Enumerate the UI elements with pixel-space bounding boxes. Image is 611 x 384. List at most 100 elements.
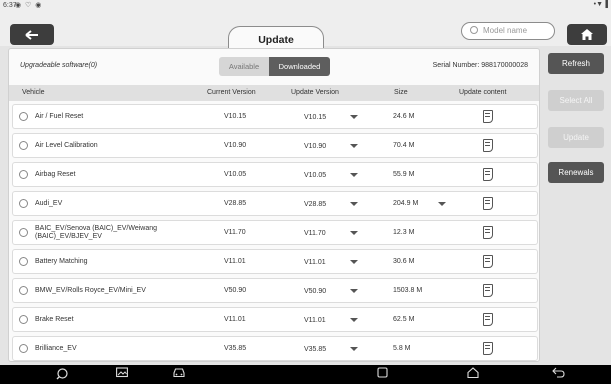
- back-button[interactable]: [10, 24, 54, 45]
- row-radio[interactable]: [19, 112, 28, 121]
- serial-number: Serial Number: 988170000028: [432, 62, 528, 69]
- row-radio[interactable]: [19, 228, 28, 237]
- update-version: V10.05: [304, 172, 327, 179]
- current-version: V10.90: [224, 142, 247, 149]
- row-radio[interactable]: [19, 315, 28, 324]
- size: 12.3 M: [393, 229, 415, 236]
- size: 62.5 M: [393, 316, 415, 323]
- update-content-icon[interactable]: [483, 168, 493, 181]
- update-content-icon[interactable]: [483, 110, 493, 123]
- table-row[interactable]: BMW_EV/Rolls Royce_EV/Mini_EV V50.90 V50…: [12, 278, 538, 303]
- tab-downloaded[interactable]: Downloaded: [269, 57, 330, 76]
- update-content-icon[interactable]: [483, 226, 493, 239]
- upgradeable-label: Upgradeable software(0): [20, 62, 98, 69]
- version-dropdown-icon[interactable]: [350, 202, 358, 206]
- version-dropdown-icon[interactable]: [350, 231, 358, 235]
- size: 70.4 M: [393, 142, 415, 149]
- update-panel: Upgradeable software(0) Available Downlo…: [8, 48, 540, 362]
- current-version: V11.70: [224, 229, 246, 236]
- row-radio[interactable]: [19, 286, 28, 295]
- size-dropdown-icon[interactable]: [438, 202, 446, 206]
- search-placeholder: Model name: [483, 26, 528, 35]
- wrench-icon[interactable]: [56, 367, 69, 384]
- col-current-version: Current Version: [207, 89, 256, 96]
- vehicle-name: Air / Fuel Reset: [35, 113, 84, 120]
- table-row[interactable]: Brake Reset V11.01 V11.01 62.5 M: [12, 307, 538, 332]
- filter-tabs: Available Downloaded: [219, 57, 330, 76]
- vehicle-name: BAIC_EV/Senova (BAIC)_EV/Weiwang (BAIC)_…: [35, 225, 158, 240]
- search-input[interactable]: Model name: [461, 22, 555, 40]
- size: 30.6 M: [393, 258, 415, 265]
- home-button[interactable]: [567, 24, 607, 45]
- car-icon[interactable]: [172, 367, 186, 382]
- table-row[interactable]: BAIC_EV/Senova (BAIC)_EV/Weiwang (BAIC)_…: [12, 220, 538, 245]
- navigation-bar: [0, 365, 611, 384]
- image-icon[interactable]: [116, 367, 128, 382]
- update-version: V28.85: [304, 201, 327, 208]
- vehicle-name: Brilliance_EV: [35, 345, 77, 352]
- update-version: V11.70: [304, 230, 326, 237]
- software-list: Air / Fuel Reset V10.15 V10.15 24.6 M Ai…: [12, 104, 538, 361]
- update-content-icon[interactable]: [483, 255, 493, 268]
- refresh-button[interactable]: Refresh: [548, 53, 604, 74]
- vehicle-name: Air Level Calibration: [35, 142, 98, 149]
- size: 55.9 M: [393, 171, 415, 178]
- version-dropdown-icon[interactable]: [350, 289, 358, 293]
- search-icon: [470, 26, 478, 34]
- table-row[interactable]: Audi_EV V28.85 V28.85 204.9 M: [12, 191, 538, 216]
- version-dropdown-icon[interactable]: [350, 318, 358, 322]
- vehicle-name: Airbag Reset: [35, 171, 76, 178]
- update-version: V10.90: [304, 143, 327, 150]
- status-bar: 6:37 ◉ ♡ ◉ •▼▐: [0, 0, 611, 13]
- update-content-icon[interactable]: [483, 284, 493, 297]
- col-size: Size: [394, 89, 408, 96]
- row-radio[interactable]: [19, 344, 28, 353]
- update-version: V10.15: [304, 114, 327, 121]
- tab-available[interactable]: Available: [219, 57, 269, 76]
- home-icon: [581, 29, 593, 40]
- update-content-icon[interactable]: [483, 313, 493, 326]
- panel-toolbar: Upgradeable software(0) Available Downlo…: [9, 49, 539, 84]
- select-all-button[interactable]: Select All: [548, 90, 604, 111]
- update-version: V35.85: [304, 346, 327, 353]
- table-row[interactable]: Airbag Reset V10.05 V10.05 55.9 M: [12, 162, 538, 187]
- version-dropdown-icon[interactable]: [350, 173, 358, 177]
- update-version: V50.90: [304, 288, 327, 295]
- table-row[interactable]: Air / Fuel Reset V10.15 V10.15 24.6 M: [12, 104, 538, 129]
- renewals-button[interactable]: Renewals: [548, 162, 604, 183]
- update-content-icon[interactable]: [483, 342, 493, 355]
- table-row[interactable]: Air Level Calibration V10.90 V10.90 70.4…: [12, 133, 538, 158]
- current-version: V10.05: [224, 171, 247, 178]
- update-button[interactable]: Update: [548, 127, 604, 148]
- back-arrow-icon: [25, 29, 38, 40]
- row-radio[interactable]: [19, 141, 28, 150]
- home-icon[interactable]: [467, 367, 479, 382]
- vehicle-name: Battery Matching: [35, 258, 88, 265]
- version-dropdown-icon[interactable]: [350, 144, 358, 148]
- recents-icon[interactable]: [377, 367, 388, 382]
- vehicle-name: Audi_EV: [35, 200, 63, 207]
- version-dropdown-icon[interactable]: [350, 347, 358, 351]
- col-vehicle: Vehicle: [22, 89, 45, 96]
- size: 204.9 M: [393, 200, 419, 207]
- status-right-icons: •▼▐: [593, 1, 608, 8]
- table-row[interactable]: Brilliance_EV V35.85 V35.85 5.8 M: [12, 336, 538, 361]
- size: 1503.8 M: [393, 287, 423, 294]
- version-dropdown-icon[interactable]: [350, 260, 358, 264]
- update-version: V11.01: [304, 317, 326, 324]
- update-content-icon[interactable]: [483, 197, 493, 210]
- update-version: V11.01: [304, 259, 326, 266]
- current-version: V28.85: [224, 200, 247, 207]
- back-icon[interactable]: [552, 367, 565, 382]
- current-version: V11.01: [224, 258, 246, 265]
- row-radio[interactable]: [19, 257, 28, 266]
- current-version: V11.01: [224, 316, 246, 323]
- header: Update Model name: [0, 13, 611, 51]
- version-dropdown-icon[interactable]: [350, 115, 358, 119]
- table-row[interactable]: Battery Matching V11.01 V11.01 30.6 M: [12, 249, 538, 274]
- vehicle-name: Brake Reset: [35, 316, 74, 323]
- update-content-icon[interactable]: [483, 139, 493, 152]
- row-radio[interactable]: [19, 199, 28, 208]
- row-radio[interactable]: [19, 170, 28, 179]
- status-icons: ◉ ♡ ◉: [15, 2, 43, 9]
